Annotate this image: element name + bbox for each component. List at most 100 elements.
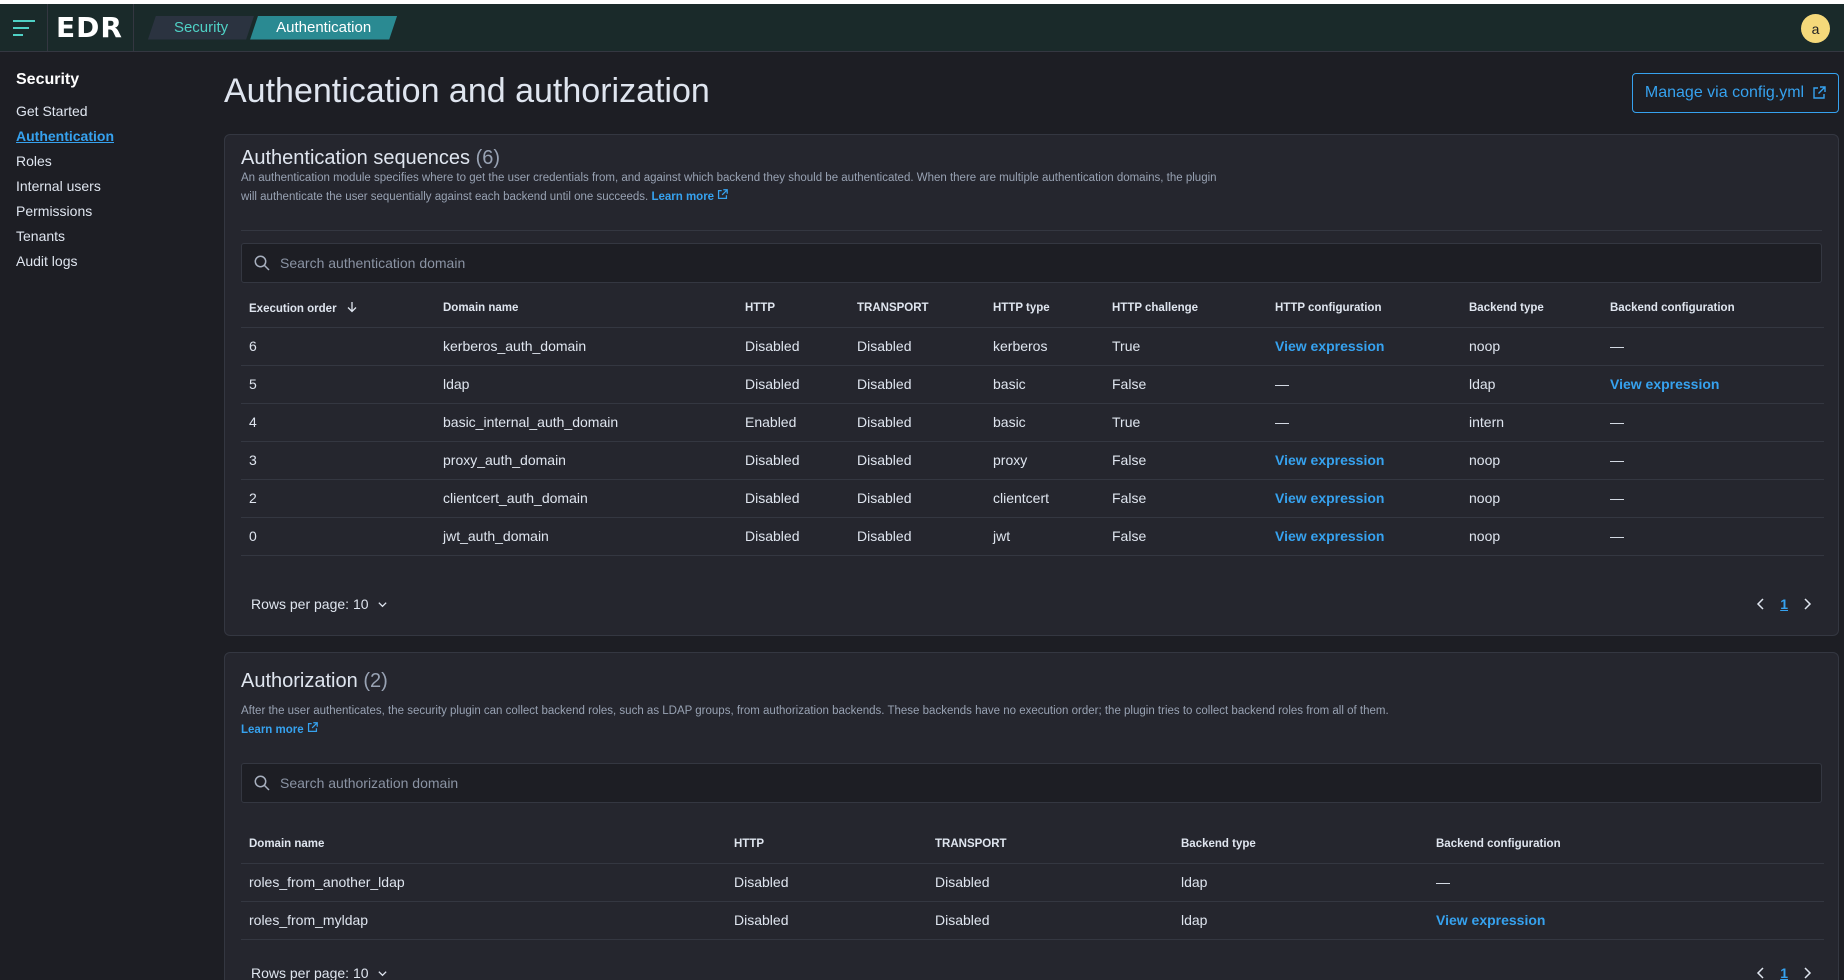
column-header-backend-configuration[interactable]: Backend configuration — [1428, 825, 1824, 864]
table-row: 5 ldap Disabled Disabled basic False — l… — [241, 365, 1824, 404]
authentication-search-input[interactable] — [280, 255, 1680, 271]
column-header-backend-type[interactable]: Backend type — [1461, 289, 1602, 328]
rows-per-page-selector[interactable]: Rows per page: 10 — [251, 596, 388, 612]
table-row: roles_from_another_ldap Disabled Disable… — [241, 863, 1824, 902]
table-cell: 2 — [241, 479, 435, 518]
table-cell: Disabled — [927, 901, 1173, 940]
chevron-right-icon[interactable] — [1802, 966, 1812, 980]
sidebar-item-get-started[interactable]: Get Started — [16, 99, 210, 124]
sidebar-item-authentication[interactable]: Authentication — [16, 124, 210, 149]
rows-per-page-selector[interactable]: Rows per page: 10 — [251, 965, 388, 980]
table-cell: Enabled — [737, 403, 849, 442]
view-expression-link[interactable]: View expression — [1428, 901, 1824, 940]
view-expression-link[interactable]: View expression — [1267, 517, 1461, 556]
table-cell: kerberos — [985, 327, 1104, 366]
page-number-button[interactable]: 1 — [1780, 596, 1788, 612]
table-cell: intern — [1461, 403, 1602, 442]
chevron-down-icon — [377, 601, 387, 607]
table-cell: False — [1104, 517, 1267, 556]
sidebar-item-permissions[interactable]: Permissions — [16, 199, 210, 224]
table-cell: jwt — [985, 517, 1104, 556]
external-link-icon — [307, 722, 318, 733]
table-cell: Disabled — [849, 327, 985, 366]
menu-toggle-button[interactable] — [0, 3, 48, 52]
page-number-button[interactable]: 1 — [1780, 965, 1788, 980]
view-expression-link[interactable]: View expression — [1602, 365, 1824, 404]
chevron-right-icon[interactable] — [1802, 597, 1812, 611]
app-logo[interactable]: EDR — [48, 3, 134, 52]
table-cell: basic — [985, 403, 1104, 442]
authorization-description: After the user authenticates, the securi… — [241, 702, 1541, 740]
table-cell: Disabled — [849, 403, 985, 442]
table-cell: — — [1267, 365, 1461, 404]
table-cell: 0 — [241, 517, 435, 556]
column-header-http-challenge[interactable]: HTTP challenge — [1104, 289, 1267, 328]
table-header-row: Execution order Domain name HTTP TRANSPO… — [241, 289, 1824, 328]
column-header-domain-name[interactable]: Domain name — [435, 289, 737, 328]
table-cell: 3 — [241, 441, 435, 480]
table-row: 3 proxy_auth_domain Disabled Disabled pr… — [241, 441, 1824, 480]
chevron-down-icon — [377, 970, 387, 976]
column-header-execution-order[interactable]: Execution order — [241, 289, 435, 328]
sidebar-item-internal-users[interactable]: Internal users — [16, 174, 210, 199]
chevron-left-icon[interactable] — [1756, 966, 1766, 980]
breadcrumb: Security Authentication — [148, 16, 393, 40]
sidebar-item-tenants[interactable]: Tenants — [16, 224, 210, 249]
column-header-backend-type[interactable]: Backend type — [1173, 825, 1428, 864]
table-cell: — — [1428, 863, 1824, 902]
table-cell: — — [1602, 441, 1824, 480]
table-cell: basic — [985, 365, 1104, 404]
chevron-left-icon[interactable] — [1756, 597, 1766, 611]
table-row: 0 jwt_auth_domain Disabled Disabled jwt … — [241, 517, 1824, 556]
authentication-learn-more-link[interactable]: Learn more — [651, 189, 729, 203]
table-cell: proxy — [985, 441, 1104, 480]
manage-config-button[interactable]: Manage via config.yml — [1632, 73, 1839, 113]
table-cell: ldap — [435, 365, 737, 404]
table-cell: 4 — [241, 403, 435, 442]
authentication-description: An authentication module specifies where… — [241, 169, 1231, 207]
table-cell: — — [1602, 327, 1824, 366]
column-header-transport[interactable]: TRANSPORT — [849, 289, 985, 328]
column-header-backend-configuration[interactable]: Backend configuration — [1602, 289, 1824, 328]
column-header-domain-name[interactable]: Domain name — [241, 825, 726, 864]
table-cell: noop — [1461, 441, 1602, 480]
table-cell: noop — [1461, 479, 1602, 518]
sidebar: Security Get Started Authentication Role… — [0, 53, 210, 980]
table-cell: Disabled — [849, 365, 985, 404]
view-expression-link[interactable]: View expression — [1267, 327, 1461, 366]
hamburger-icon — [12, 19, 35, 36]
authorization-search-input[interactable] — [280, 775, 1680, 791]
authentication-search-box[interactable] — [241, 243, 1822, 283]
breadcrumb-security[interactable]: Security — [148, 16, 254, 40]
authorization-learn-more-label: Learn more — [241, 724, 304, 736]
column-header-http[interactable]: HTTP — [726, 825, 927, 864]
table-row: 4 basic_internal_auth_domain Enabled Dis… — [241, 403, 1824, 442]
table-cell: clientcert — [985, 479, 1104, 518]
authentication-table: Execution order Domain name HTTP TRANSPO… — [241, 289, 1824, 556]
table-cell: Disabled — [737, 517, 849, 556]
column-header-transport[interactable]: TRANSPORT — [927, 825, 1173, 864]
table-cell: noop — [1461, 327, 1602, 366]
search-icon — [254, 775, 270, 791]
view-expression-link[interactable]: View expression — [1267, 441, 1461, 480]
authorization-panel: Authorization (2) After the user authent… — [224, 652, 1839, 980]
breadcrumb-authentication[interactable]: Authentication — [250, 16, 397, 40]
sidebar-item-audit-logs[interactable]: Audit logs — [16, 249, 210, 274]
table-cell: True — [1104, 327, 1267, 366]
section-divider — [241, 230, 1822, 231]
sidebar-item-roles[interactable]: Roles — [16, 149, 210, 174]
column-header-http[interactable]: HTTP — [737, 289, 849, 328]
column-header-http-type[interactable]: HTTP type — [985, 289, 1104, 328]
column-header-http-configuration[interactable]: HTTP configuration — [1267, 289, 1461, 328]
authorization-search-box[interactable] — [241, 763, 1822, 803]
authorization-description-text: After the user authenticates, the securi… — [241, 705, 1389, 717]
table-cell: proxy_auth_domain — [435, 441, 737, 480]
table-cell: Disabled — [737, 441, 849, 480]
table-cell: ldap — [1461, 365, 1602, 404]
authorization-title: Authorization (2) — [241, 654, 388, 708]
avatar[interactable]: a — [1801, 14, 1830, 43]
view-expression-link[interactable]: View expression — [1267, 479, 1461, 518]
authorization-learn-more-link[interactable]: Learn more — [241, 722, 318, 736]
table-header-row: Domain name HTTP TRANSPORT Backend type … — [241, 825, 1824, 864]
table-cell: jwt_auth_domain — [435, 517, 737, 556]
